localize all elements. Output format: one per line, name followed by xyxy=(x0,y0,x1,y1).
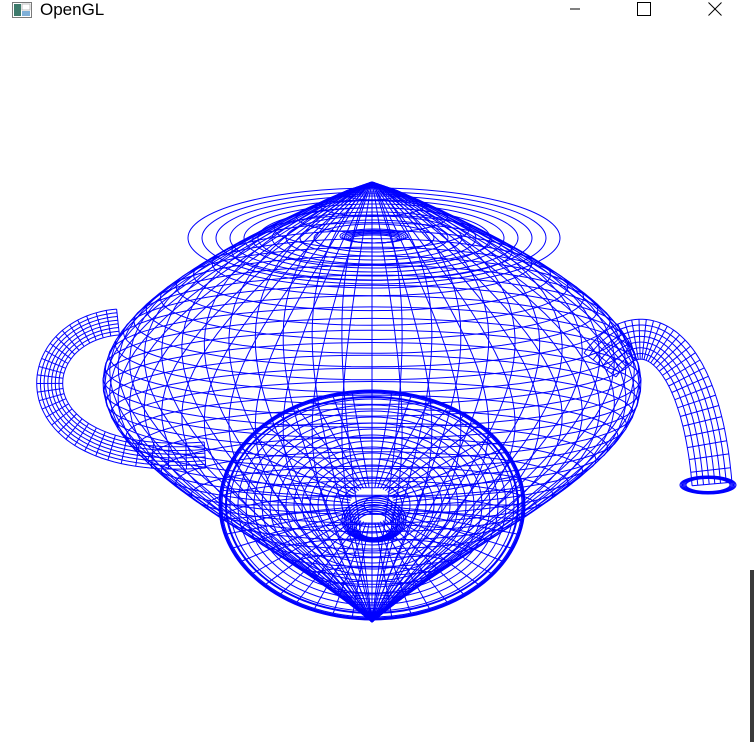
handle-wire-ring xyxy=(38,366,65,374)
spout-tip-ring xyxy=(685,478,731,492)
teapot-wireframe xyxy=(36,181,737,623)
lid-ring xyxy=(313,223,435,253)
spout-wire-ring xyxy=(682,416,722,427)
handle-wire-ring xyxy=(74,423,90,446)
handle-wire-ring xyxy=(95,431,106,457)
spout-wire-ring xyxy=(687,440,727,449)
lid-ring xyxy=(299,219,449,257)
lid-ring xyxy=(215,195,533,281)
handle-wire-ring xyxy=(167,442,170,470)
handle-wire-ring xyxy=(86,315,97,341)
handle-wire-ring xyxy=(38,393,65,402)
spout-wire-ring xyxy=(674,384,713,401)
spout-wire-ring xyxy=(685,427,725,437)
spout-wire-ring xyxy=(689,453,729,460)
lid-ring xyxy=(257,207,491,269)
spout-wire-ring xyxy=(680,405,719,417)
spout-wire-ring xyxy=(677,394,716,409)
handle-wire-ring xyxy=(55,336,76,355)
spout-wire xyxy=(588,324,727,483)
opengl-window: OpenGL xyxy=(0,0,754,742)
handle-wire-ring xyxy=(120,438,128,464)
handle-wire-ring xyxy=(95,312,104,338)
handle-wire-ring xyxy=(185,442,187,470)
handle-wire-ring xyxy=(107,435,116,461)
